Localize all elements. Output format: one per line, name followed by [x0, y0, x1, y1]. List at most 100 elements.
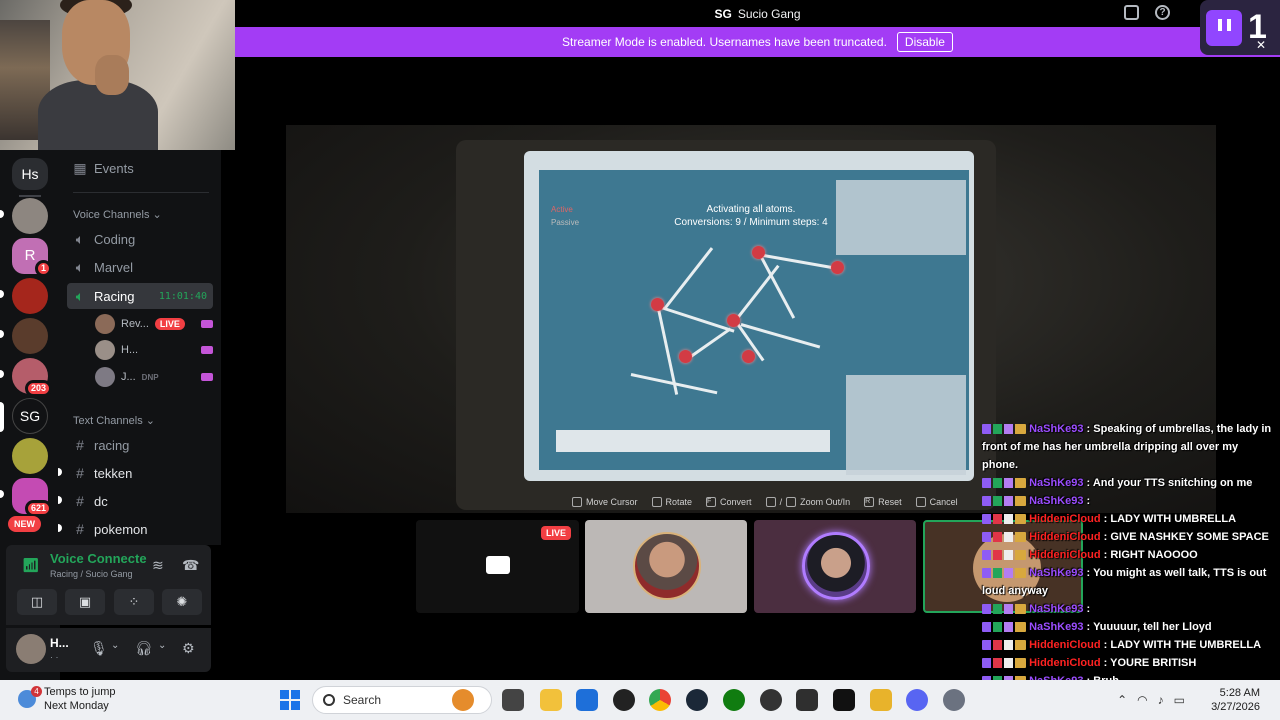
- chrome-icon[interactable]: [649, 689, 671, 711]
- chat-username[interactable]: NaShKe93: [1029, 603, 1083, 615]
- battery-icon[interactable]: ▭: [1174, 693, 1185, 707]
- 7zip-icon[interactable]: [796, 689, 818, 711]
- help-icon[interactable]: ?: [1155, 5, 1170, 20]
- noise-suppression-icon[interactable]: ≋: [152, 557, 164, 574]
- stream-icon: [201, 373, 213, 381]
- obs-icon[interactable]: [760, 689, 782, 711]
- share-screen-button[interactable]: ▣: [65, 589, 105, 615]
- headphones-icon[interactable]: 🎧︎: [135, 640, 153, 657]
- server-item[interactable]: [12, 318, 48, 354]
- control-zoom: / Zoom Out/In: [765, 497, 850, 507]
- server-item[interactable]: [12, 198, 48, 234]
- chat-badges-icon: [982, 640, 1026, 651]
- file-explorer-icon[interactable]: [540, 689, 562, 711]
- epic-games-icon[interactable]: [833, 689, 855, 711]
- server-item-home[interactable]: Hs: [12, 158, 48, 190]
- server-item-sucio-gang[interactable]: SG: [12, 398, 48, 434]
- chat-username[interactable]: NaShKe93: [1029, 567, 1083, 579]
- key-f-icon: F: [706, 497, 717, 507]
- chat-username[interactable]: NaShKe93: [1029, 423, 1083, 435]
- text-channel-pokemon[interactable]: # pokemon: [67, 516, 213, 542]
- soundboard-button[interactable]: ✺: [162, 589, 202, 615]
- copilot-icon[interactable]: [452, 689, 474, 711]
- chat-username[interactable]: NaShKe93: [1029, 621, 1083, 633]
- chat-username[interactable]: NaShKe93: [1029, 495, 1083, 507]
- chat-message: HiddeniCloud : GIVE NASHKEY SOME SPACE: [982, 528, 1274, 546]
- server-name: Sucio Gang: [737, 6, 801, 21]
- user-avatar[interactable]: [16, 634, 46, 664]
- server-item[interactable]: 203: [12, 358, 52, 397]
- voice-member[interactable]: H...: [95, 339, 213, 361]
- discord-icon[interactable]: [906, 689, 928, 711]
- volume-icon[interactable]: ♪: [1158, 693, 1164, 707]
- live-badge: LIVE: [154, 318, 185, 330]
- text-channels-header[interactable]: Text Channels ⌄: [73, 414, 155, 427]
- steam-icon[interactable]: [686, 689, 708, 711]
- unread-indicator: [0, 330, 4, 338]
- app-icon[interactable]: [613, 689, 635, 711]
- voice-member[interactable]: Rev... LIVE: [95, 313, 213, 335]
- chat-username[interactable]: HiddeniCloud: [1029, 513, 1101, 525]
- activities-icon: ⁘: [128, 594, 140, 609]
- voice-channels-header[interactable]: Voice Channels ⌄: [73, 208, 162, 221]
- rockstar-icon[interactable]: [870, 689, 892, 711]
- weather-widget[interactable]: 4 Temps to jump Next Monday: [18, 685, 116, 713]
- simulation-status-line1: Activating all atoms.: [706, 204, 796, 215]
- control-label: Cancel: [929, 497, 958, 507]
- chat-username[interactable]: HiddeniCloud: [1029, 657, 1101, 669]
- text-channel-dc[interactable]: # dc: [67, 488, 213, 514]
- chat-username[interactable]: HiddeniCloud: [1029, 531, 1101, 543]
- system-clock[interactable]: 5:28 AM 3/27/2026: [1211, 686, 1260, 714]
- participant-tile-stream[interactable]: LIVE: [416, 520, 579, 613]
- microphone-icon[interactable]: 🎙︎: [90, 640, 108, 657]
- participant-tile[interactable]: [754, 520, 916, 613]
- store-icon[interactable]: [576, 689, 598, 711]
- chat-username[interactable]: HiddeniCloud: [1029, 549, 1101, 561]
- xbox-icon[interactable]: [723, 689, 745, 711]
- activities-button[interactable]: ⁘: [114, 589, 154, 615]
- server-item[interactable]: 621: [12, 478, 52, 517]
- server-item[interactable]: [12, 278, 48, 314]
- close-icon[interactable]: ✕: [1256, 38, 1266, 52]
- voice-location[interactable]: Racing / Sucio Gang: [50, 569, 133, 579]
- voice-channel-coding[interactable]: 🔈︎ Coding: [67, 226, 213, 252]
- chat-username[interactable]: HiddeniCloud: [1029, 639, 1101, 651]
- voice-status[interactable]: Voice Connecte: [50, 551, 147, 566]
- text-channel-racing[interactable]: # racing: [67, 432, 213, 458]
- voice-member[interactable]: J... DNP: [95, 366, 213, 388]
- streamer-mode-banner: Streamer Mode is enabled. Usernames have…: [235, 27, 1280, 57]
- channel-sidebar: ▦ Events Voice Channels ⌄ 🔈︎ Coding 🔈︎ M…: [58, 150, 221, 545]
- voice-channel-marvel[interactable]: 🔈︎ Marvel: [67, 254, 213, 280]
- member-name: Rev...: [121, 318, 149, 330]
- wifi-icon[interactable]: ◠: [1137, 693, 1147, 707]
- start-button[interactable]: [280, 690, 300, 710]
- user-name[interactable]: H...: [50, 636, 69, 650]
- chevron-down-icon[interactable]: ⌄: [111, 640, 119, 651]
- control-label: Convert: [720, 497, 752, 507]
- disconnect-icon[interactable]: ☎: [182, 557, 199, 574]
- participant-tile[interactable]: [585, 520, 747, 613]
- chat-badges-icon: [982, 568, 1026, 579]
- voice-channel-label: Racing: [94, 288, 135, 304]
- screen: SG Sucio Gang ? Streamer Mode is enabled…: [0, 0, 1280, 720]
- mouse-icon: [572, 497, 582, 507]
- server-item[interactable]: R 1: [12, 238, 52, 277]
- camera-off-button[interactable]: ◫: [17, 589, 57, 615]
- text-channel-tekken[interactable]: # tekken: [67, 460, 213, 486]
- chevron-down-icon[interactable]: ⌄: [158, 640, 166, 651]
- chat-text: : Yuuuuur, tell her Lloyd: [1086, 621, 1212, 633]
- task-view-icon[interactable]: [502, 689, 524, 711]
- tray-overflow-icon[interactable]: ⌃: [1117, 693, 1127, 707]
- inbox-icon[interactable]: [1124, 5, 1139, 20]
- voice-channel-racing[interactable]: 🔈︎ Racing 11:01:40: [67, 283, 213, 309]
- text-channel-label: pokemon: [94, 521, 148, 537]
- settings-gear-icon[interactable]: ⚙: [182, 640, 195, 657]
- server-item[interactable]: [12, 438, 48, 474]
- unread-indicator: [58, 468, 62, 476]
- disable-streamer-mode-button[interactable]: Disable: [896, 32, 953, 52]
- events-link[interactable]: ▦ Events: [67, 155, 213, 181]
- chat-badges-icon: [982, 550, 1026, 561]
- avatar: [95, 367, 115, 387]
- chat-username[interactable]: NaShKe93: [1029, 477, 1083, 489]
- settings-icon[interactable]: [943, 689, 965, 711]
